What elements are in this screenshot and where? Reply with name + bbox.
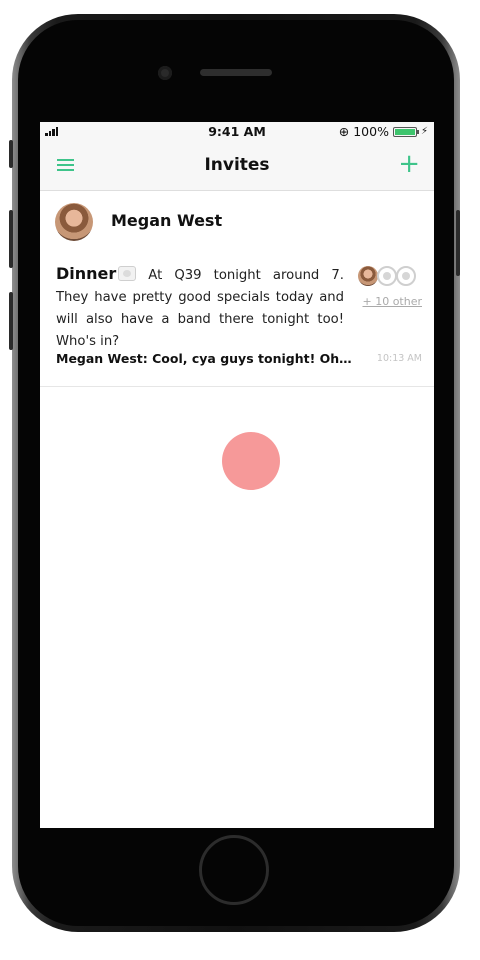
- invite-card[interactable]: Megan West Dinner At Q39 tonight around 7…: [40, 191, 434, 387]
- invite-title: Dinner: [56, 264, 117, 283]
- last-message[interactable]: Megan West: Cool, cya guys tonight! Oh K…: [56, 351, 354, 366]
- battery-icon: [392, 126, 419, 137]
- last-message-time: 10:13 AM: [376, 353, 422, 364]
- home-button[interactable]: [199, 835, 269, 905]
- volume-up-button: [9, 210, 13, 268]
- attendee-placeholder-icon: [377, 266, 397, 286]
- front-camera: [158, 66, 172, 80]
- dinner-plate-icon: [118, 266, 137, 281]
- tap-indicator: [222, 432, 280, 490]
- invite-text: Dinner At Q39 tonight around 7. They have…: [56, 263, 344, 353]
- page-title: Invites: [204, 155, 270, 175]
- author-avatar[interactable]: [55, 203, 93, 241]
- mute-switch: [9, 140, 13, 168]
- power-button: [456, 210, 460, 276]
- orientation-lock-icon: ⊕: [338, 124, 350, 139]
- volume-down-button: [9, 292, 13, 350]
- attendee-avatars[interactable]: [358, 266, 416, 286]
- author-name[interactable]: Megan West: [111, 211, 222, 230]
- earpiece-speaker: [200, 69, 272, 76]
- status-bar: 9:41 AM ⊕ 100% ⚡: [40, 122, 434, 142]
- other-attendees-link[interactable]: + 10 other: [362, 295, 422, 308]
- charging-icon: ⚡: [420, 126, 428, 137]
- attendee-placeholder-icon: [396, 266, 416, 286]
- add-invite-icon[interactable]: +: [398, 150, 420, 178]
- nav-bar: Invites +: [40, 142, 434, 191]
- status-right: ⊕ 100% ⚡: [339, 124, 428, 139]
- battery-percent: 100%: [353, 124, 389, 139]
- app-screen: 9:41 AM ⊕ 100% ⚡ Invites + Megan West Di…: [40, 122, 434, 828]
- attendee-avatar: [358, 266, 378, 286]
